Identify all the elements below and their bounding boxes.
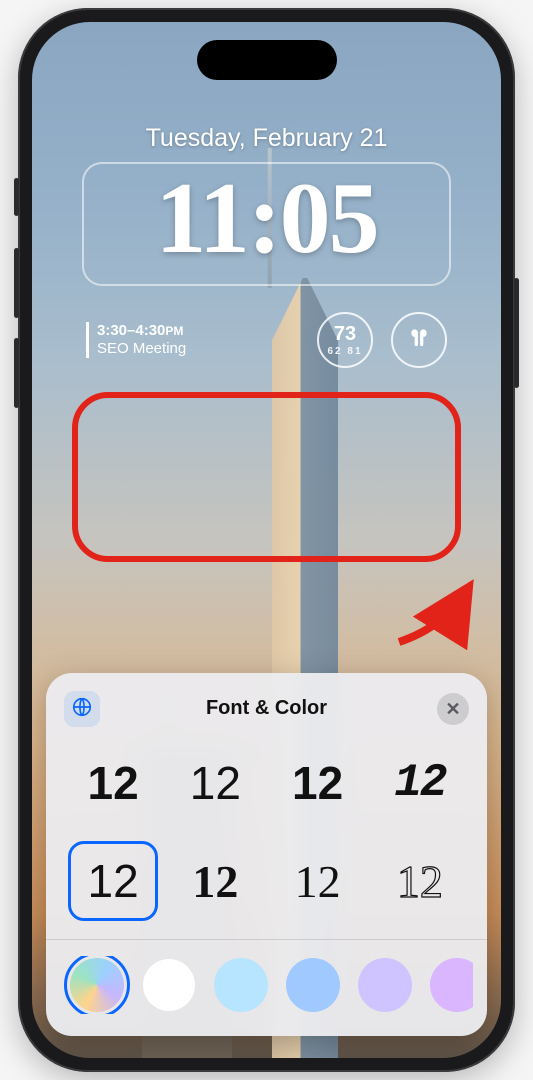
globe-button[interactable] xyxy=(64,691,100,727)
side-button[interactable] xyxy=(514,278,519,388)
color-swatch-violet[interactable] xyxy=(430,958,473,1012)
font-option-1[interactable]: 12 xyxy=(170,743,260,823)
color-swatch-lavender[interactable] xyxy=(358,958,412,1012)
event-time-range: 3:30–4:30 xyxy=(97,322,165,339)
color-swatch-gradient[interactable] xyxy=(70,958,124,1012)
weather-low: 62 xyxy=(327,346,342,357)
lockscreen-clock-container[interactable]: 11:05 xyxy=(82,162,451,286)
font-option-0[interactable]: 12 xyxy=(68,743,158,823)
weather-current: 73 xyxy=(334,323,356,346)
font-option-2[interactable]: 12 xyxy=(273,743,363,823)
volume-up-button[interactable] xyxy=(14,248,19,318)
sheet-header: Font & Color ✕ xyxy=(60,691,473,725)
event-title: SEO Meeting xyxy=(97,340,186,358)
font-color-sheet: Font & Color ✕ 12 12 12 12 12 12 12 12 xyxy=(46,673,487,1036)
calendar-widget[interactable]: 3:30–4:30PM SEO Meeting xyxy=(86,322,186,358)
color-swatch-light-blue[interactable] xyxy=(214,958,268,1012)
dynamic-island xyxy=(197,40,337,80)
weather-widget[interactable]: 73 62 81 xyxy=(317,312,373,368)
close-icon: ✕ xyxy=(445,699,460,720)
color-row[interactable] xyxy=(60,956,473,1014)
weather-high: 81 xyxy=(347,346,362,357)
annotation-highlight-rect xyxy=(72,392,461,562)
iphone-frame: Tuesday, February 21 11:05 3:30–4:30PM S… xyxy=(18,8,515,1072)
sheet-divider xyxy=(46,939,487,940)
globe-icon xyxy=(71,696,93,723)
close-button[interactable]: ✕ xyxy=(437,693,469,725)
airpods-icon xyxy=(406,325,432,356)
lockscreen-clock: 11:05 xyxy=(84,168,449,270)
font-option-3[interactable]: 12 xyxy=(375,743,465,823)
color-swatch-sky-blue[interactable] xyxy=(286,958,340,1012)
sheet-title: Font & Color xyxy=(206,697,327,720)
font-option-6[interactable]: 12 xyxy=(273,841,363,921)
color-swatch-white[interactable] xyxy=(142,958,196,1012)
screen: Tuesday, February 21 11:05 3:30–4:30PM S… xyxy=(32,22,501,1058)
lockscreen-widgets[interactable]: 3:30–4:30PM SEO Meeting 73 62 81 xyxy=(86,312,447,368)
font-option-7[interactable]: 12 xyxy=(375,841,465,921)
mute-switch[interactable] xyxy=(14,178,19,216)
font-option-4[interactable]: 12 xyxy=(68,841,158,921)
event-period: PM xyxy=(165,324,183,338)
volume-down-button[interactable] xyxy=(14,338,19,408)
lockscreen-date[interactable]: Tuesday, February 21 xyxy=(32,124,501,153)
airpods-widget[interactable] xyxy=(391,312,447,368)
font-option-5[interactable]: 12 xyxy=(170,841,260,921)
font-grid: 12 12 12 12 12 12 12 12 xyxy=(60,735,473,939)
